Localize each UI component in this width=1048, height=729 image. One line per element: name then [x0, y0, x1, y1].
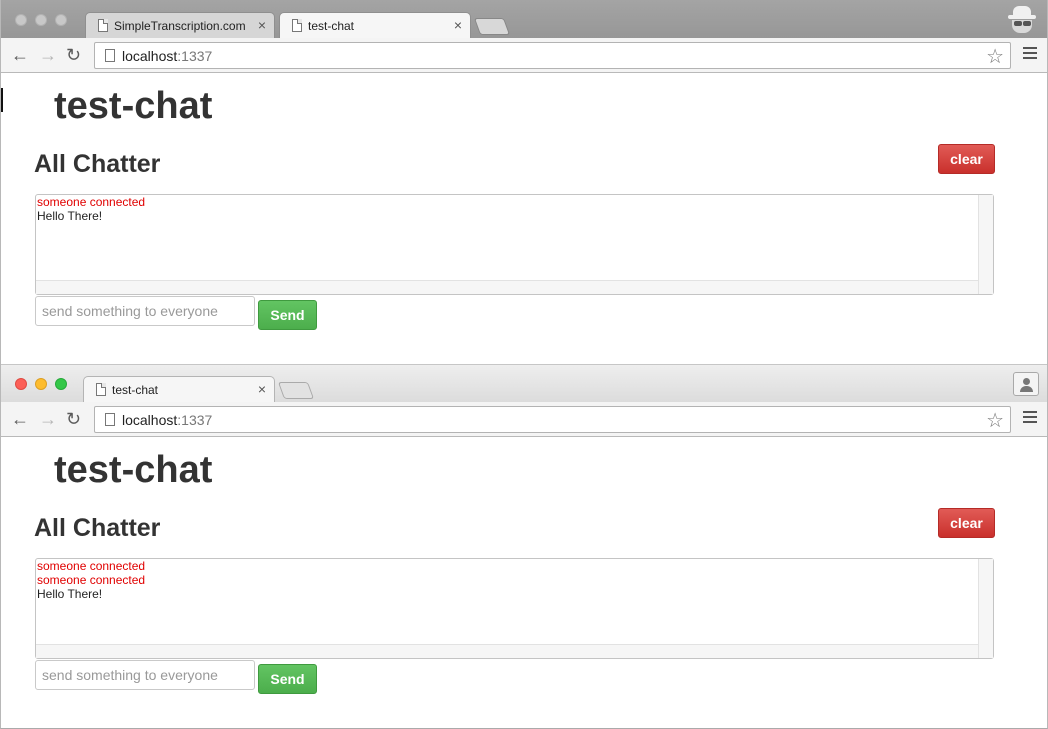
vertical-scrollbar[interactable] [978, 559, 993, 658]
tab-title: test-chat [112, 383, 159, 397]
horizontal-scrollbar[interactable] [36, 644, 978, 658]
clear-button[interactable]: clear [938, 144, 995, 174]
page-title: test-chat [54, 449, 213, 491]
forward-arrow-icon[interactable]: → [39, 44, 57, 66]
menu-icon[interactable] [1023, 47, 1037, 62]
browser-window: test-chat × ← → ↻ localhost:1337 ☆ test-… [0, 364, 1048, 729]
tab-strip: test-chat × [1, 364, 1047, 402]
bookmark-star-icon[interactable]: ☆ [986, 408, 1004, 433]
page-content: test-chat All Chatter clear someone conn… [1, 74, 1047, 364]
incognito-icon [1007, 6, 1037, 34]
back-arrow-icon[interactable]: ← [11, 408, 29, 430]
tab-test-chat[interactable]: test-chat × [83, 376, 275, 402]
message-input[interactable] [35, 296, 255, 326]
tab-simpletranscription[interactable]: SimpleTranscription.com × [85, 12, 275, 38]
reload-icon[interactable]: ↻ [66, 408, 81, 430]
section-title: All Chatter [34, 150, 161, 178]
chat-log[interactable]: someone connected someone connected Hell… [35, 558, 994, 659]
chat-line: someone connected [37, 559, 146, 573]
address-bar[interactable]: localhost:1337 ☆ [94, 42, 1011, 69]
chat-line: Hello There! [37, 587, 103, 601]
tab-title: test-chat [308, 19, 355, 33]
window-edge-mark [1, 88, 3, 112]
chat-log[interactable]: someone connected Hello There! [35, 194, 994, 295]
tab-title: SimpleTranscription.com [114, 19, 246, 33]
browser-window-incognito: SimpleTranscription.com × test-chat × ← … [0, 0, 1048, 364]
address-bar[interactable]: localhost:1337 ☆ [94, 406, 1011, 433]
profile-icon[interactable] [1013, 372, 1039, 396]
tab-close-icon[interactable]: × [258, 381, 266, 397]
chat-line: Hello There! [37, 209, 103, 223]
bookmark-star-icon[interactable]: ☆ [986, 44, 1004, 69]
horizontal-scrollbar[interactable] [36, 280, 978, 294]
window-minimize-light[interactable] [35, 378, 47, 390]
page-icon [105, 413, 115, 426]
page-icon [105, 49, 115, 62]
new-tab-button[interactable] [473, 18, 511, 35]
send-button[interactable]: Send [258, 664, 317, 694]
vertical-scrollbar[interactable] [978, 195, 993, 294]
window-minimize-light[interactable] [35, 14, 47, 26]
section-title: All Chatter [34, 514, 161, 542]
url-text: localhost:1337 [122, 412, 213, 428]
tab-test-chat[interactable]: test-chat × [279, 12, 471, 38]
menu-icon[interactable] [1023, 411, 1037, 426]
page-icon [98, 19, 108, 32]
url-text: localhost:1337 [122, 48, 213, 64]
reload-icon[interactable]: ↻ [66, 44, 81, 66]
tab-close-icon[interactable]: × [454, 17, 462, 33]
window-close-light[interactable] [15, 14, 27, 26]
tab-close-icon[interactable]: × [258, 17, 266, 33]
window-zoom-light[interactable] [55, 14, 67, 26]
browser-toolbar: ← → ↻ localhost:1337 ☆ [1, 402, 1047, 437]
message-input[interactable] [35, 660, 255, 690]
page-content: test-chat All Chatter clear someone conn… [1, 438, 1047, 728]
tab-strip: SimpleTranscription.com × test-chat × [1, 0, 1047, 38]
page-title: test-chat [54, 85, 213, 127]
page-icon [292, 19, 302, 32]
chat-line: someone connected [37, 573, 146, 587]
page-icon [96, 383, 106, 396]
browser-toolbar: ← → ↻ localhost:1337 ☆ [1, 38, 1047, 73]
forward-arrow-icon[interactable]: → [39, 408, 57, 430]
new-tab-button[interactable] [277, 382, 315, 399]
chat-line: someone connected [37, 195, 146, 209]
window-zoom-light[interactable] [55, 378, 67, 390]
clear-button[interactable]: clear [938, 508, 995, 538]
window-close-light[interactable] [15, 378, 27, 390]
send-button[interactable]: Send [258, 300, 317, 330]
back-arrow-icon[interactable]: ← [11, 44, 29, 66]
